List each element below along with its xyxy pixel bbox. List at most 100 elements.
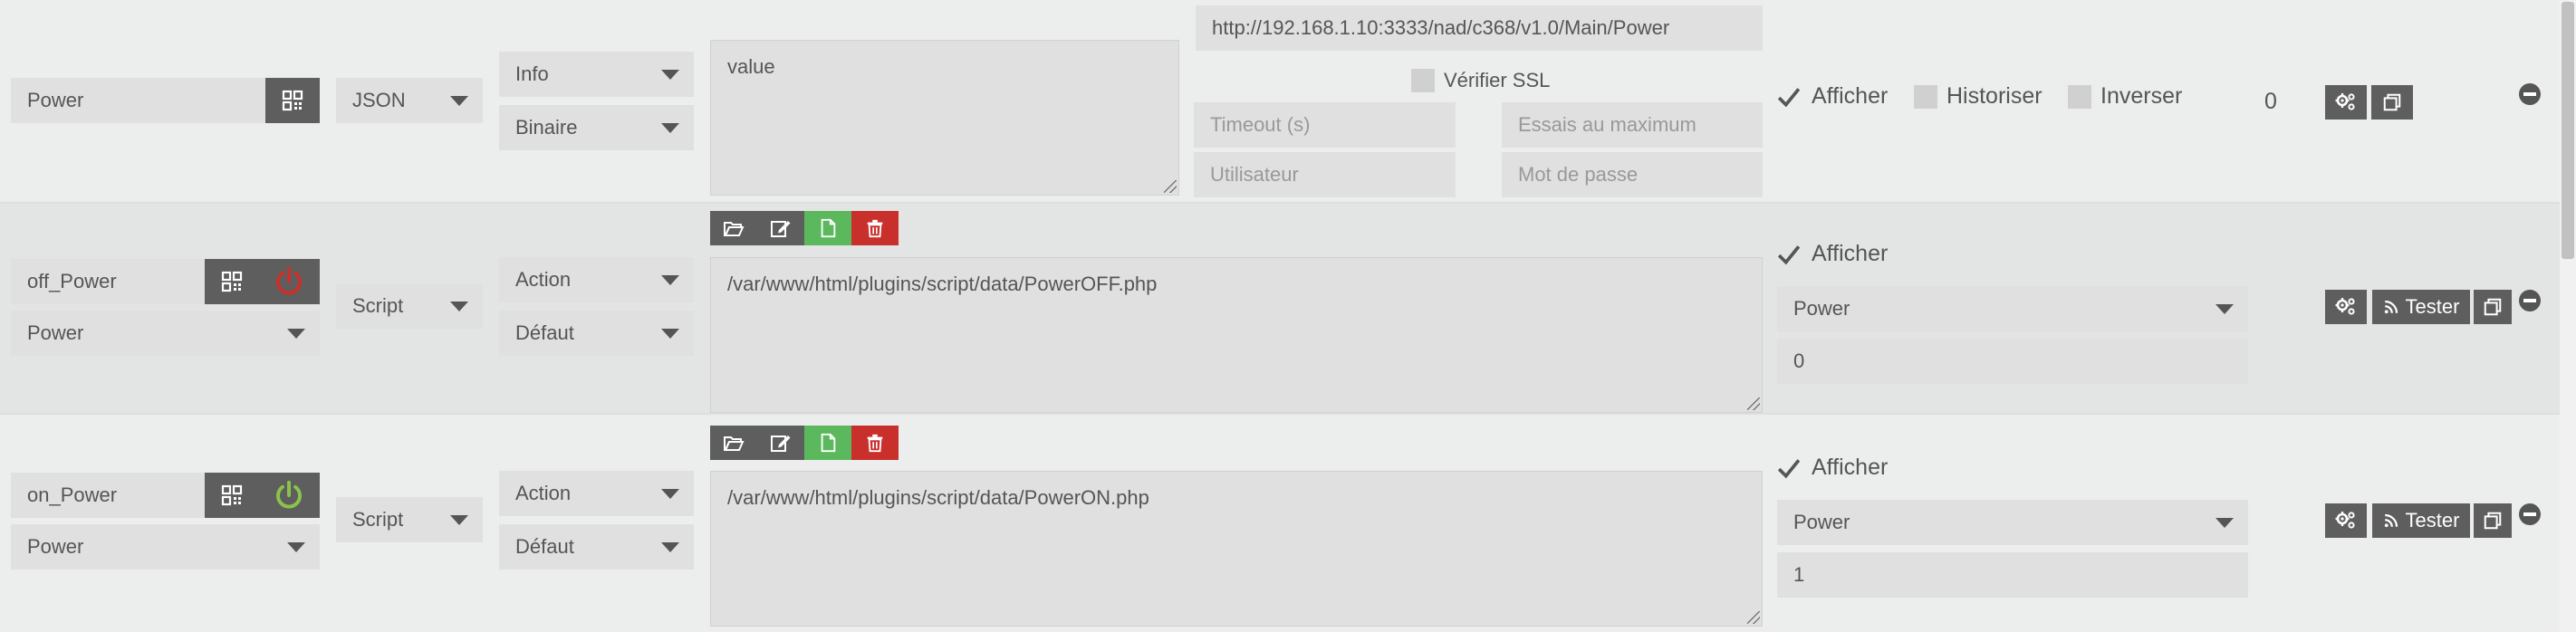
folder-open-icon <box>723 432 745 454</box>
command-icon-button[interactable] <box>258 473 320 518</box>
inverser-checkbox[interactable]: Inverser <box>2068 83 2182 110</box>
type-select[interactable]: Script <box>336 497 483 542</box>
type-value: Script <box>352 294 404 317</box>
timeout-input[interactable]: Timeout (s) <box>1194 102 1456 148</box>
command-icon-button[interactable] <box>258 259 320 304</box>
resize-handle[interactable] <box>1747 397 1760 410</box>
update-value: 0 <box>1793 350 1805 372</box>
resize-handle[interactable] <box>1164 180 1177 193</box>
update-value: 1 <box>1793 563 1805 586</box>
script-path-value: /var/www/html/plugins/script/data/PowerO… <box>727 273 1158 295</box>
copy-button[interactable] <box>2371 85 2413 120</box>
format-select[interactable]: Binaire <box>499 105 694 150</box>
format-value: Binaire <box>515 116 578 139</box>
remove-command-icon[interactable] <box>2519 503 2541 525</box>
subtype2-select[interactable]: Défaut <box>499 524 694 570</box>
update-cmd-select[interactable]: Power <box>1777 500 2248 545</box>
checkbox-box[interactable] <box>1411 69 1435 92</box>
icon-picker-button[interactable] <box>265 78 320 123</box>
new-file-button[interactable] <box>804 211 851 245</box>
script-path-textarea[interactable]: /var/www/html/plugins/script/data/PowerO… <box>710 471 1763 627</box>
rss-icon <box>2383 512 2399 529</box>
user-input[interactable]: Utilisateur <box>1194 152 1456 197</box>
retries-placeholder: Essais au maximum <box>1518 113 1697 136</box>
configure-button[interactable] <box>2325 503 2367 538</box>
copy-icon <box>2382 92 2402 112</box>
remove-command-icon[interactable] <box>2519 290 2541 311</box>
update-cmd-select[interactable]: Power <box>1777 286 2248 331</box>
check-icon <box>1777 243 1801 266</box>
remove-command-icon[interactable] <box>2519 83 2541 105</box>
folder-open-icon <box>723 217 745 239</box>
copy-icon <box>2483 511 2503 531</box>
edit-icon <box>770 217 792 239</box>
url-value: http://192.168.1.10:3333/nad/c368/v1.0/M… <box>1212 16 1670 39</box>
new-file-button[interactable] <box>804 426 851 460</box>
gears-icon <box>2335 91 2357 113</box>
linked-info-value: Power <box>27 321 84 344</box>
current-value: 0 <box>2264 89 2277 114</box>
subtype-select[interactable]: Info <box>499 52 694 97</box>
command-name-input[interactable]: Power <box>11 78 266 123</box>
gears-icon <box>2335 296 2357 318</box>
edit-icon <box>770 432 792 454</box>
script-path-value: /var/www/html/plugins/script/data/PowerO… <box>727 486 1149 509</box>
scrollbar-thumb[interactable] <box>2562 2 2574 259</box>
open-file-button[interactable] <box>710 426 757 460</box>
copy-button[interactable] <box>2474 503 2512 538</box>
script-path-textarea[interactable]: /var/www/html/plugins/script/data/PowerO… <box>710 257 1763 413</box>
test-label: Tester <box>2405 509 2460 531</box>
inverser-label: Inverser <box>2100 83 2183 109</box>
checkbox-box[interactable] <box>2068 84 2091 109</box>
afficher-label: Afficher <box>1812 455 1889 480</box>
subtype2-select[interactable]: Défaut <box>499 311 694 356</box>
request-value: value <box>727 55 775 78</box>
copy-button[interactable] <box>2474 290 2512 324</box>
configure-button[interactable] <box>2325 290 2367 324</box>
test-button[interactable]: Tester <box>2372 290 2470 324</box>
file-icon <box>818 218 838 238</box>
checkbox-box[interactable] <box>1914 84 1937 109</box>
subtype-value: Action <box>515 482 572 504</box>
request-textarea[interactable]: value <box>710 40 1179 196</box>
command-name-value: on_Power <box>27 484 118 506</box>
afficher-checkbox[interactable]: Afficher <box>1777 241 1888 267</box>
afficher-checkbox[interactable]: Afficher <box>1777 455 1888 481</box>
update-value-input[interactable]: 0 <box>1777 339 2248 384</box>
linked-info-select[interactable]: Power <box>11 524 320 570</box>
type-select[interactable]: Script <box>336 283 483 329</box>
command-name-value: off_Power <box>27 270 117 292</box>
type-select[interactable]: JSON <box>336 78 483 123</box>
qrcode-icon <box>282 90 303 111</box>
command-name-input[interactable]: off_Power <box>11 259 206 304</box>
password-input[interactable]: Mot de passe <box>1502 152 1763 197</box>
subtype-select[interactable]: Action <box>499 257 694 302</box>
update-value-input[interactable]: 1 <box>1777 552 2248 598</box>
power-off-icon <box>274 266 304 297</box>
historiser-checkbox[interactable]: Historiser <box>1914 83 2043 110</box>
timeout-placeholder: Timeout (s) <box>1210 113 1311 136</box>
afficher-checkbox[interactable]: Afficher <box>1777 83 1888 110</box>
icon-picker-button[interactable] <box>205 473 259 518</box>
qrcode-icon <box>221 484 243 506</box>
verify-ssl-checkbox[interactable]: Vérifier SSL <box>1411 69 1550 92</box>
type-value: JSON <box>352 89 406 111</box>
configure-button[interactable] <box>2325 85 2367 120</box>
delete-file-button[interactable] <box>851 426 899 460</box>
edit-file-button[interactable] <box>757 211 804 245</box>
subtype-value: Action <box>515 268 572 291</box>
test-button[interactable]: Tester <box>2372 503 2470 538</box>
historiser-label: Historiser <box>1946 83 2043 109</box>
resize-handle[interactable] <box>1747 611 1760 624</box>
subtype-select[interactable]: Action <box>499 471 694 516</box>
icon-picker-button[interactable] <box>205 259 259 304</box>
linked-info-select[interactable]: Power <box>11 311 320 356</box>
file-icon <box>818 433 838 453</box>
delete-file-button[interactable] <box>851 211 899 245</box>
linked-info-value: Power <box>27 535 84 558</box>
edit-file-button[interactable] <box>757 426 804 460</box>
open-file-button[interactable] <box>710 211 757 245</box>
retries-input[interactable]: Essais au maximum <box>1502 102 1763 148</box>
url-input[interactable]: http://192.168.1.10:3333/nad/c368/v1.0/M… <box>1196 5 1763 51</box>
command-name-input[interactable]: on_Power <box>11 473 206 518</box>
